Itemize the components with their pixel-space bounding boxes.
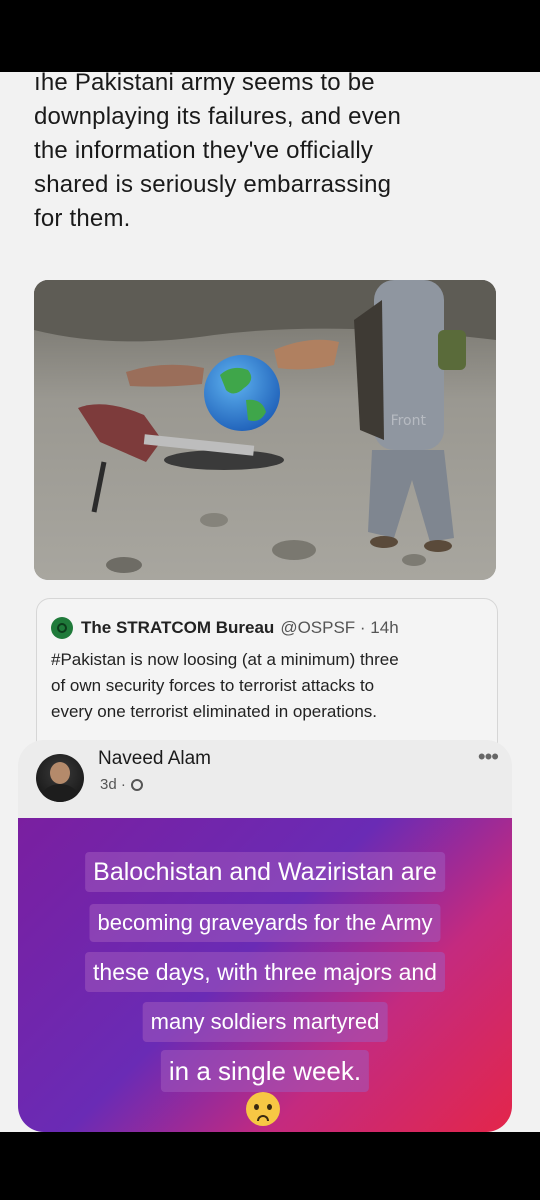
tweet-line: for them.: [34, 205, 131, 232]
post-meta: 3d ·: [100, 776, 143, 793]
quoted-line: of own security forces to terrorist atta…: [51, 676, 375, 695]
tweet-text: ıhe Pakistani army seems to be downplayi…: [34, 72, 514, 236]
tweet-photo[interactable]: Front: [34, 280, 496, 580]
post-line: in a single week.: [160, 1050, 370, 1092]
tweet-line: downplaying its failures, and even: [34, 103, 402, 130]
screenshot-content: ıhe Pakistani army seems to be downplayi…: [0, 72, 540, 1132]
quoted-tweet-header: The STRATCOM Bureau @OSPSF · 14h: [51, 617, 399, 639]
post-line: Balochistan and Waziristan are: [85, 852, 445, 892]
quoted-author-name[interactable]: The STRATCOM Bureau: [81, 618, 274, 638]
quoted-tweet-card[interactable]: The STRATCOM Bureau @OSPSF · 14h #Pakist…: [36, 598, 498, 760]
post-time: 3d ·: [100, 776, 126, 793]
top-black-bar: [0, 0, 540, 72]
more-options-icon[interactable]: •••: [478, 744, 499, 770]
post-line: many soldiers martyred: [142, 1002, 388, 1042]
quoted-author-handle: @OSPSF · 14h: [280, 618, 399, 637]
tweet-line: shared is seriously embarrassing: [34, 171, 392, 198]
quoted-tweet-text: #Pakistan is now loosing (at a minimum) …: [51, 647, 491, 725]
sad-face-emoji-icon: [246, 1092, 280, 1126]
quoted-line: #Pakistan is now loosing (at a minimum) …: [51, 650, 399, 669]
globe-icon: [130, 778, 143, 791]
post-background: Balochistan and Waziristan are becoming …: [18, 818, 512, 1132]
facebook-post-card: Naveed Alam 3d · ••• Balochistan and Waz…: [18, 740, 512, 1132]
author-avatar[interactable]: [36, 754, 84, 802]
photo-scene: [34, 280, 496, 580]
author-name[interactable]: Naveed Alam: [98, 748, 211, 770]
quoted-line: every one terrorist eliminated in operat…: [51, 702, 377, 721]
post-line: these days, with three majors and: [85, 952, 445, 992]
tweet-line: ıhe Pakistani army seems to be: [34, 72, 375, 96]
bottom-black-bar: [0, 1132, 540, 1200]
bureau-avatar-icon[interactable]: [51, 617, 73, 639]
tweet-line: the information they've officially: [34, 137, 374, 164]
post-line: becoming graveyards for the Army: [89, 904, 441, 942]
photo-watermark: Front: [390, 413, 426, 429]
